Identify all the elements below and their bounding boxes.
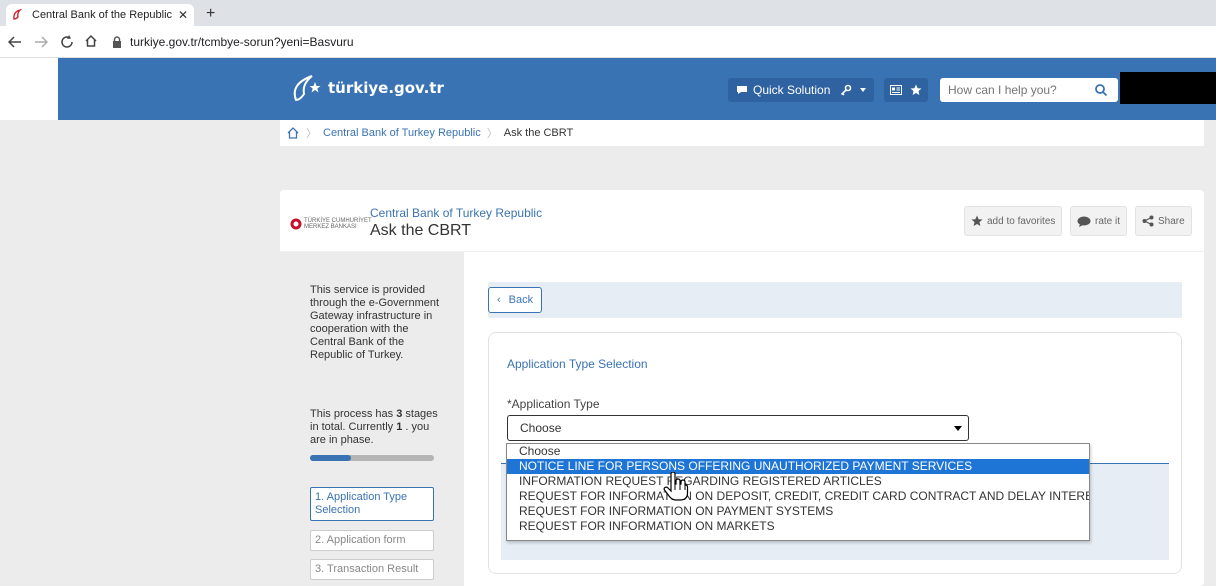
site-logo[interactable]: türkiye.gov.tr [288, 72, 444, 104]
process-text-prefix: This process has [310, 408, 397, 420]
stage-application-form[interactable]: 2. Application form [310, 530, 434, 551]
card-header: TÜRKİYE CUMHURİYET MERKEZ BANKASI Centra… [280, 190, 1204, 252]
rate-label: rate it [1095, 215, 1121, 227]
browser-tabbar: Central Bank of the Republic of T ✕ + [0, 0, 1216, 26]
turkiye-favicon-icon [13, 8, 23, 20]
option-markets[interactable]: REQUEST FOR INFORMATION ON MARKETS [507, 519, 1089, 534]
share-icon [1142, 215, 1154, 227]
select-value: Choose [520, 421, 562, 435]
option-choose[interactable]: Choose [507, 444, 1089, 459]
application-type-options: Choose NOTICE LINE FOR PERSONS OFFERING … [506, 443, 1090, 541]
back-arrow-icon[interactable] [8, 35, 22, 49]
search-icon[interactable] [1094, 83, 1108, 97]
sidebar: This service is provided through the e-G… [280, 252, 464, 586]
progress-bar [310, 455, 434, 461]
url-field[interactable]: turkiye.gov.tr/tcmbye-sorun?yeni=Basvuru [112, 31, 1212, 53]
tab-close-icon[interactable]: ✕ [178, 8, 188, 22]
service-info-text: This service is provided through the e-G… [310, 284, 440, 361]
chevron-down-icon [860, 88, 866, 92]
logo-text: türkiye.gov.tr [328, 79, 444, 97]
chevron-left-icon: ‹ [497, 294, 501, 306]
site-header-bar: türkiye.gov.tr Quick Solution [58, 58, 1216, 120]
home-icon[interactable] [286, 126, 300, 140]
cbrt-logo: TÜRKİYE CUMHURİYET MERKEZ BANKASI [290, 218, 372, 230]
breadcrumb-current: Ask the CBRT [503, 127, 574, 139]
home-icon[interactable] [84, 34, 98, 48]
rate-button[interactable]: rate it [1070, 206, 1128, 236]
quick-solution-button[interactable]: Quick Solution [728, 78, 839, 102]
browser-tab[interactable]: Central Bank of the Republic of T ✕ [6, 4, 194, 26]
application-type-label: *Application Type [507, 397, 600, 411]
hand-cursor-icon [663, 472, 689, 501]
page-title: Ask the CBRT [370, 222, 472, 239]
option-registered-articles[interactable]: INFORMATION REQUEST REGARDING REGISTERED… [507, 474, 1089, 489]
card-subtitle[interactable]: Central Bank of Turkey Republic [370, 206, 542, 220]
breadcrumb-separator: 〉 [486, 128, 498, 140]
stage-transaction-result[interactable]: 3. Transaction Result [310, 559, 434, 580]
key-menu-button[interactable] [832, 78, 874, 102]
back-bar: ‹ Back [488, 282, 1182, 318]
chat-bubble-icon [1077, 216, 1091, 227]
share-label: Share [1158, 215, 1185, 227]
address-bar: turkiye.gov.tr/tcmbye-sorun?yeni=Basvuru [0, 26, 1216, 58]
application-type-select[interactable]: Choose [507, 415, 969, 441]
process-info-text: This process has 3 stages in total. Curr… [310, 408, 440, 447]
add-to-favorites-button[interactable]: add to favorites [964, 206, 1063, 236]
add-to-favorites-label: add to favorites [987, 215, 1056, 227]
lock-icon [113, 36, 121, 48]
search-input[interactable] [940, 83, 1088, 97]
option-deposit-credit-rates[interactable]: REQUEST FOR INFORMATION ON DEPOSIT, CRED… [507, 489, 1089, 504]
back-button[interactable]: ‹ Back [488, 287, 543, 313]
site-search [940, 78, 1118, 102]
redacted-user-area [1120, 72, 1216, 104]
site-header: türkiye.gov.tr Quick Solution [0, 58, 1216, 120]
turkiye-logo-icon [293, 75, 321, 102]
cbrt-logo-icon [290, 218, 302, 230]
option-payment-systems[interactable]: REQUEST FOR INFORMATION ON PAYMENT SYSTE… [507, 504, 1089, 519]
dropdown-arrow-icon [954, 426, 962, 431]
progress-fill [310, 455, 351, 461]
breadcrumb-separator: 〉 [306, 128, 317, 140]
stage-application-type[interactable]: 1. Application Type Selection [310, 487, 434, 521]
back-label: Back [508, 294, 534, 306]
star-icon [910, 84, 922, 95]
breadcrumb-link[interactable]: Central Bank of Turkey Republic [323, 127, 481, 139]
cbrt-logo-line2: MERKEZ BANKASI [304, 224, 357, 230]
new-tab-button[interactable]: + [206, 5, 215, 23]
url-text: turkiye.gov.tr/tcmbye-sorun?yeni=Basvuru [130, 35, 354, 49]
tab-title: Central Bank of the Republic of T [32, 9, 172, 21]
share-button[interactable]: Share [1135, 206, 1192, 236]
star-icon [971, 215, 983, 226]
chat-icon [737, 86, 747, 94]
key-icon [840, 84, 852, 96]
option-unauthorized-payment-notice[interactable]: NOTICE LINE FOR PERSONS OFFERING UNAUTHO… [507, 459, 1089, 474]
quick-solution-label: Quick Solution [753, 83, 831, 97]
reload-icon[interactable] [60, 35, 74, 49]
section-title: Application Type Selection [507, 357, 648, 371]
forward-arrow-icon[interactable] [34, 35, 48, 49]
id-card-icon [890, 85, 902, 95]
eid-button[interactable] [884, 78, 928, 102]
breadcrumb: 〉 Central Bank of Turkey Republic 〉 Ask … [280, 120, 1204, 146]
